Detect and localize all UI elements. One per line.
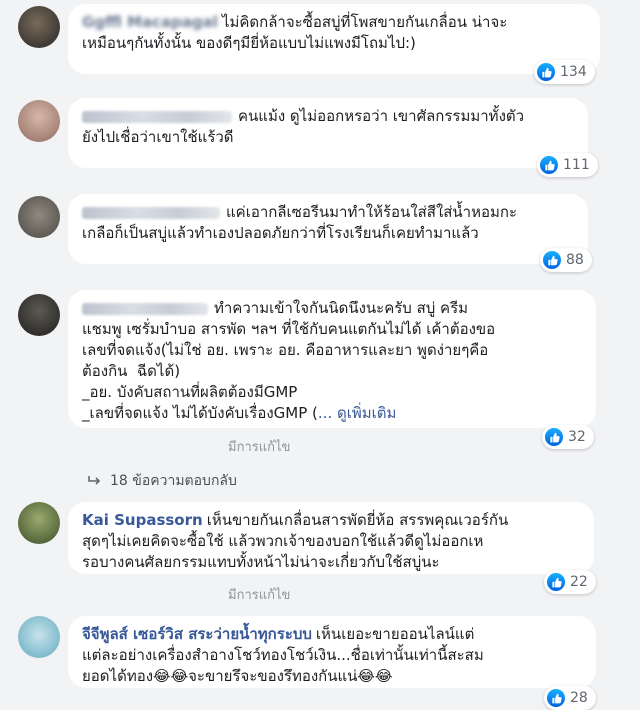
edited-label[interactable]: มีการแก้ไข (228, 436, 290, 457)
comment-author[interactable]: Kai Supassorn (82, 511, 203, 529)
comment-bubble: Kai Supassorn เห็นขายกันเกลื่อนสารพัดยี่ห… (68, 502, 594, 574)
comment-author[interactable] (82, 110, 232, 123)
like-count: 88 (566, 252, 584, 268)
reply-arrow-icon (88, 476, 101, 485)
comment-thread: Ggffl Macapagal ไม่คิดกล้าจะซื้อสบู่ที่โพ… (0, 0, 640, 710)
comment-author[interactable]: Ggffl Macapagal (82, 13, 218, 31)
thumbs-up-icon (537, 63, 555, 81)
avatar[interactable] (18, 6, 60, 48)
avatar[interactable] (18, 502, 60, 544)
comment-bubble: จีจีพูลส์ เซอร์วิส สระว่ายน้ำทุกระบบ เห็น… (68, 616, 596, 688)
thumbs-up-icon (540, 156, 558, 174)
comment-text: ทำความเข้าใจกันนิดนึงนะครับ สบู่ ครีม แช… (82, 299, 496, 422)
reaction-count[interactable]: 88 (540, 248, 592, 272)
avatar[interactable] (18, 294, 60, 336)
avatar[interactable] (18, 196, 60, 238)
thumbs-up-icon (547, 573, 565, 591)
reaction-count[interactable]: 28 (544, 686, 596, 710)
like-count: 28 (570, 690, 588, 706)
avatar[interactable] (18, 100, 60, 142)
like-count: 111 (563, 157, 590, 173)
comment-author[interactable] (82, 302, 208, 315)
comment-bubble: Ggffl Macapagal ไม่คิดกล้าจะซื้อสบู่ที่โพ… (68, 4, 600, 74)
edited-label[interactable]: มีการแก้ไข (228, 584, 290, 605)
view-replies-link[interactable]: 18 ข้อความตอบกลับ (88, 470, 237, 492)
like-count: 22 (570, 574, 588, 590)
thumbs-up-icon (547, 689, 565, 707)
comment-author[interactable] (82, 206, 220, 219)
thumbs-up-icon (545, 428, 563, 446)
avatar[interactable] (18, 616, 60, 658)
see-more-link[interactable]: ... ดูเพิ่มเติม (318, 404, 396, 422)
comment-bubble: คนแม้ง ดูไม่ออกหรอว่า เขาศัลกรรมมาทั้งตั… (68, 98, 588, 168)
thumbs-up-icon (543, 251, 561, 269)
reaction-count[interactable]: 22 (544, 570, 596, 594)
like-count: 134 (560, 64, 587, 80)
like-count: 32 (568, 429, 586, 445)
comment-author[interactable]: จีจีพูลส์ เซอร์วิส สระว่ายน้ำทุกระบบ (82, 625, 312, 643)
reaction-count[interactable]: 134 (534, 60, 595, 84)
reaction-count[interactable]: 111 (537, 153, 598, 177)
comment-bubble: แค่เอากลีเซอรีนมาทำให้ร้อนใส่สีใส่น้ำหอม… (68, 194, 588, 264)
comment-bubble: ทำความเข้าใจกันนิดนึงนะครับ สบู่ ครีม แช… (68, 290, 596, 428)
reaction-count[interactable]: 32 (542, 425, 594, 449)
replies-count: 18 ข้อความตอบกลับ (110, 473, 237, 489)
